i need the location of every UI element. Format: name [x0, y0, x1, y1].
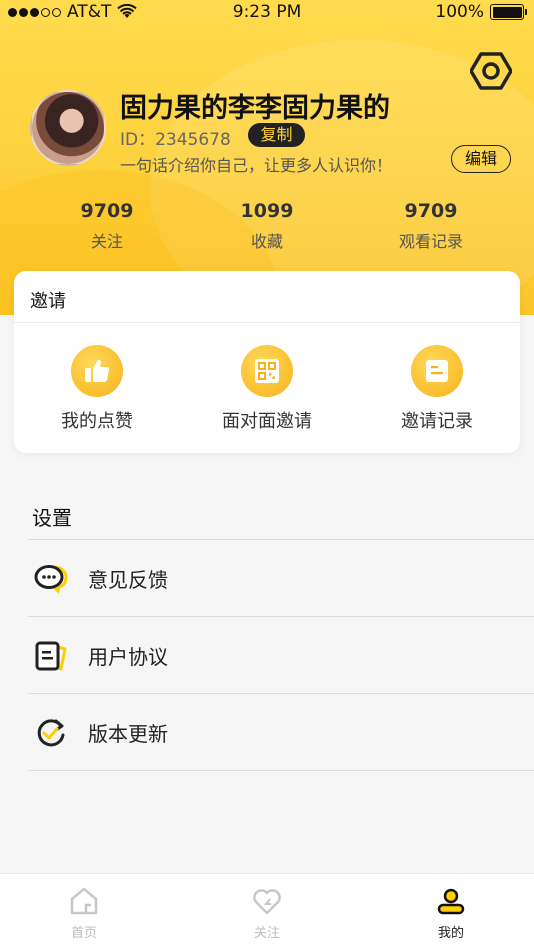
qr-code-icon: [241, 345, 293, 397]
stat-favorites[interactable]: 1099 收藏: [207, 200, 327, 252]
divider: [28, 770, 534, 771]
invite-title: 邀请: [30, 291, 66, 312]
stat-label: 关注: [90, 232, 123, 251]
copy-id-button[interactable]: 复制: [248, 123, 305, 147]
settings-title: 设置: [32, 506, 72, 530]
invite-item-my-likes[interactable]: 我的点赞: [27, 345, 167, 433]
chat-bubble-icon: [34, 565, 68, 594]
tab-label: 关注: [253, 926, 280, 941]
tab-label: 首页: [70, 926, 97, 941]
home-icon: [70, 887, 98, 915]
invite-card: 邀请 我的点赞 面对面邀请 邀请记录: [14, 271, 520, 453]
invite-item-label: 邀请记录: [401, 411, 473, 432]
user-icon: [437, 888, 465, 915]
tab-mine[interactable]: 我的: [401, 886, 501, 941]
avatar[interactable]: [30, 90, 106, 166]
invite-item-label: 我的点赞: [61, 411, 133, 432]
tab-following[interactable]: 关注: [217, 886, 317, 941]
settings-item-label: 版本更新: [88, 722, 168, 746]
username: 固力果的李李固力果的: [120, 93, 390, 124]
stat-label: 观看记录: [398, 232, 463, 251]
refresh-check-icon: [37, 719, 65, 747]
heart-icon: [253, 889, 281, 915]
divider: [14, 322, 520, 323]
stat-value: 1099: [240, 200, 294, 222]
invite-item-face-to-face[interactable]: 面对面邀请: [197, 345, 337, 433]
battery-percent: 100%: [435, 2, 484, 22]
invite-item-records[interactable]: 邀请记录: [367, 345, 507, 433]
invite-item-label: 面对面邀请: [222, 411, 312, 432]
tab-label: 我的: [437, 926, 464, 941]
edit-profile-button[interactable]: 编辑: [451, 145, 511, 173]
settings-item-label: 意见反馈: [88, 568, 168, 592]
tab-bar: 首页 关注 我的: [0, 873, 534, 950]
document-icon: [411, 345, 463, 397]
settings-item-label: 用户协议: [88, 645, 168, 669]
status-bar: AT&T 9:23 PM 100%: [0, 0, 534, 26]
thumbs-up-icon: [71, 345, 123, 397]
stat-value: 9709: [80, 200, 134, 222]
stat-watch-history[interactable]: 9709 观看记录: [371, 200, 491, 252]
settings-item-feedback[interactable]: 意见反馈: [28, 540, 534, 616]
stat-label: 收藏: [250, 232, 283, 251]
agreement-icon: [35, 641, 67, 671]
stat-following[interactable]: 9709 关注: [47, 200, 167, 252]
stat-value: 9709: [404, 200, 458, 222]
user-id: ID：2345678: [120, 130, 231, 150]
settings-gear-icon[interactable]: [470, 50, 512, 92]
battery-icon: [490, 4, 527, 20]
settings-item-user-agreement[interactable]: 用户协议: [28, 617, 534, 693]
tab-home[interactable]: 首页: [34, 886, 134, 941]
user-bio: 一句话介绍你自己，让更多人认识你！: [120, 156, 393, 175]
settings-item-version-update[interactable]: 版本更新: [28, 694, 534, 770]
